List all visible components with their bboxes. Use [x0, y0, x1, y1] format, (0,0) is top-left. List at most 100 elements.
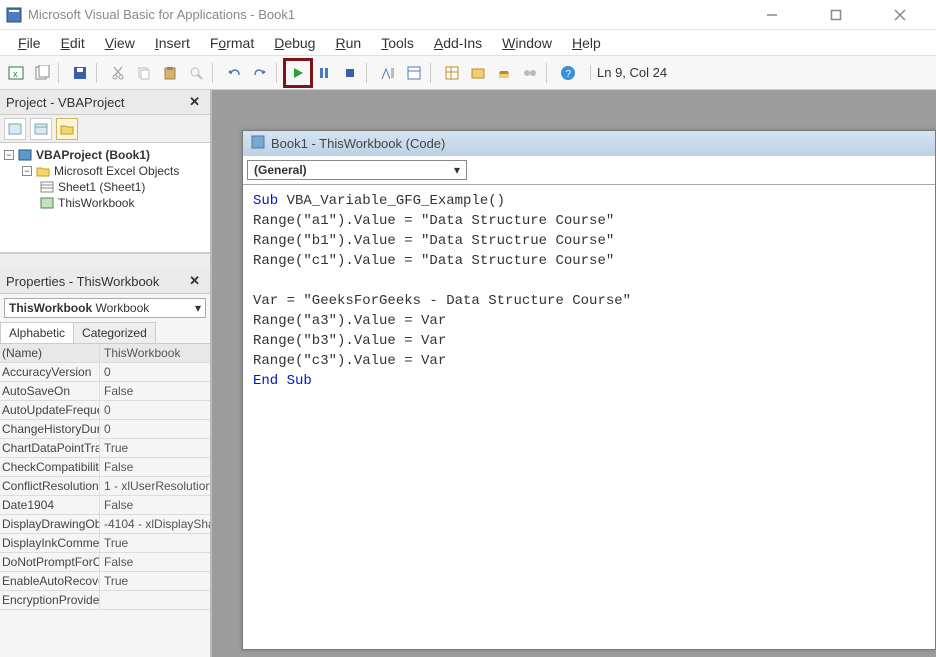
property-value[interactable]: 0 — [100, 403, 210, 417]
chevron-down-icon: ▾ — [195, 301, 201, 315]
undo-icon[interactable] — [222, 61, 246, 85]
project-explorer-header: Project - VBAProject ✕ — [0, 90, 210, 115]
property-value[interactable]: False — [100, 498, 210, 512]
tree-h-scrollbar[interactable] — [0, 253, 210, 269]
property-value[interactable]: False — [100, 460, 210, 474]
property-row[interactable]: AutoSaveOnFalse — [0, 382, 210, 401]
toggle-folders-icon[interactable] — [56, 118, 78, 140]
menu-help[interactable]: Help — [564, 33, 609, 53]
menu-debug[interactable]: Debug — [266, 33, 323, 53]
property-row[interactable]: AutoUpdateFrequency0 — [0, 401, 210, 420]
property-row[interactable]: Date1904False — [0, 496, 210, 515]
cut-icon[interactable] — [106, 61, 130, 85]
maximize-button[interactable] — [816, 2, 856, 28]
tab-order-icon[interactable] — [518, 61, 542, 85]
project-explorer-close[interactable]: ✕ — [185, 94, 204, 110]
property-value[interactable]: False — [100, 384, 210, 398]
property-value[interactable]: 0 — [100, 365, 210, 379]
copy-icon[interactable] — [132, 61, 156, 85]
tree-item-sheet1[interactable]: Sheet1 (Sheet1) — [2, 179, 208, 195]
property-name: AutoSaveOn — [0, 382, 100, 400]
menu-window[interactable]: Window — [494, 33, 560, 53]
view-excel-icon[interactable]: x — [4, 61, 28, 85]
property-value[interactable]: 0 — [100, 422, 210, 436]
view-code-icon[interactable] — [4, 118, 26, 140]
minimize-button[interactable] — [752, 2, 792, 28]
project-explorer-icon[interactable] — [402, 61, 426, 85]
break-icon[interactable] — [312, 61, 336, 85]
tree-item-thisworkbook[interactable]: ThisWorkbook — [2, 195, 208, 211]
property-row[interactable]: CheckCompatibilityFalse — [0, 458, 210, 477]
code-editor[interactable]: Sub VBA_Variable_GFG_Example()Range("a1"… — [243, 185, 935, 649]
toolbox-icon[interactable] — [492, 61, 516, 85]
paste-icon[interactable] — [158, 61, 182, 85]
tree-root[interactable]: − VBAProject (Book1) — [2, 147, 208, 163]
properties-object-type: Workbook — [95, 301, 149, 315]
menu-format[interactable]: Format — [202, 33, 262, 53]
menu-run[interactable]: Run — [327, 33, 369, 53]
menu-addins[interactable]: Add-Ins — [426, 33, 490, 53]
property-row[interactable]: DoNotPromptForConvertFalse — [0, 553, 210, 572]
property-row[interactable]: DisplayDrawingObjects-4104 - xlDisplaySh… — [0, 515, 210, 534]
menu-file[interactable]: File — [10, 33, 49, 53]
property-row[interactable]: ChangeHistoryDuration0 — [0, 420, 210, 439]
property-value[interactable]: True — [100, 441, 210, 455]
property-name: ChangeHistoryDuration — [0, 420, 100, 438]
property-row[interactable]: (Name)ThisWorkbook — [0, 344, 210, 363]
menu-edit[interactable]: Edit — [53, 33, 93, 53]
help-icon[interactable]: ? — [556, 61, 580, 85]
code-line: Range("b3").Value = Var — [253, 331, 925, 351]
menu-tools[interactable]: Tools — [373, 33, 422, 53]
properties-close[interactable]: ✕ — [185, 273, 204, 289]
property-name: DisplayDrawingObjects — [0, 515, 100, 533]
property-value[interactable]: True — [100, 574, 210, 588]
project-icon — [18, 149, 32, 161]
properties-header: Properties - ThisWorkbook ✕ — [0, 269, 210, 294]
property-value[interactable]: 1 - xlUserResolution — [100, 479, 210, 493]
code-window-icon — [251, 135, 265, 152]
cursor-position: Ln 9, Col 24 — [590, 65, 667, 80]
properties-icon[interactable] — [440, 61, 464, 85]
properties-table[interactable]: (Name)ThisWorkbookAccuracyVersion0AutoSa… — [0, 344, 210, 657]
svg-text:x: x — [13, 69, 18, 79]
insert-module-icon[interactable] — [30, 61, 54, 85]
property-row[interactable]: ConflictResolution1 - xlUserResolution — [0, 477, 210, 496]
tab-categorized[interactable]: Categorized — [73, 322, 156, 343]
project-tree[interactable]: − VBAProject (Book1) − Microsoft Excel O… — [0, 143, 210, 253]
tab-alphabetic[interactable]: Alphabetic — [0, 322, 74, 343]
property-row[interactable]: EnableAutoRecoverTrue — [0, 572, 210, 591]
menu-insert[interactable]: Insert — [147, 33, 198, 53]
property-value[interactable]: -4104 - xlDisplayShapes — [100, 517, 210, 531]
property-value[interactable]: ThisWorkbook — [100, 346, 210, 360]
code-object-dropdown[interactable]: (General) ▾ — [247, 160, 467, 180]
reset-icon[interactable] — [338, 61, 362, 85]
code-line: Var = "GeeksForGeeks - Data Structure Co… — [253, 291, 925, 311]
collapse-icon[interactable]: − — [22, 166, 32, 176]
app-icon — [6, 7, 22, 23]
run-button[interactable] — [286, 61, 310, 85]
property-row[interactable]: EncryptionProvider — [0, 591, 210, 610]
view-object-icon[interactable] — [30, 118, 52, 140]
code-window-title: Book1 - ThisWorkbook (Code) — [271, 136, 445, 151]
tree-folder[interactable]: − Microsoft Excel Objects — [2, 163, 208, 179]
properties-object-selector[interactable]: ThisWorkbook Workbook ▾ — [4, 298, 206, 318]
find-icon[interactable] — [184, 61, 208, 85]
property-value[interactable]: True — [100, 536, 210, 550]
property-name: EnableAutoRecover — [0, 572, 100, 590]
property-row[interactable]: DisplayInkCommentsTrue — [0, 534, 210, 553]
menu-view[interactable]: View — [97, 33, 143, 53]
property-name: AccuracyVersion — [0, 363, 100, 381]
tree-root-label: VBAProject (Book1) — [36, 148, 150, 162]
code-window-titlebar[interactable]: Book1 - ThisWorkbook (Code) — [243, 131, 935, 156]
design-mode-icon[interactable] — [376, 61, 400, 85]
property-name: DisplayInkComments — [0, 534, 100, 552]
close-button[interactable] — [880, 2, 920, 28]
save-icon[interactable] — [68, 61, 92, 85]
sheet-icon — [40, 181, 54, 193]
collapse-icon[interactable]: − — [4, 150, 14, 160]
property-row[interactable]: ChartDataPointTrackTrue — [0, 439, 210, 458]
redo-icon[interactable] — [248, 61, 272, 85]
property-row[interactable]: AccuracyVersion0 — [0, 363, 210, 382]
object-browser-icon[interactable] — [466, 61, 490, 85]
property-value[interactable]: False — [100, 555, 210, 569]
